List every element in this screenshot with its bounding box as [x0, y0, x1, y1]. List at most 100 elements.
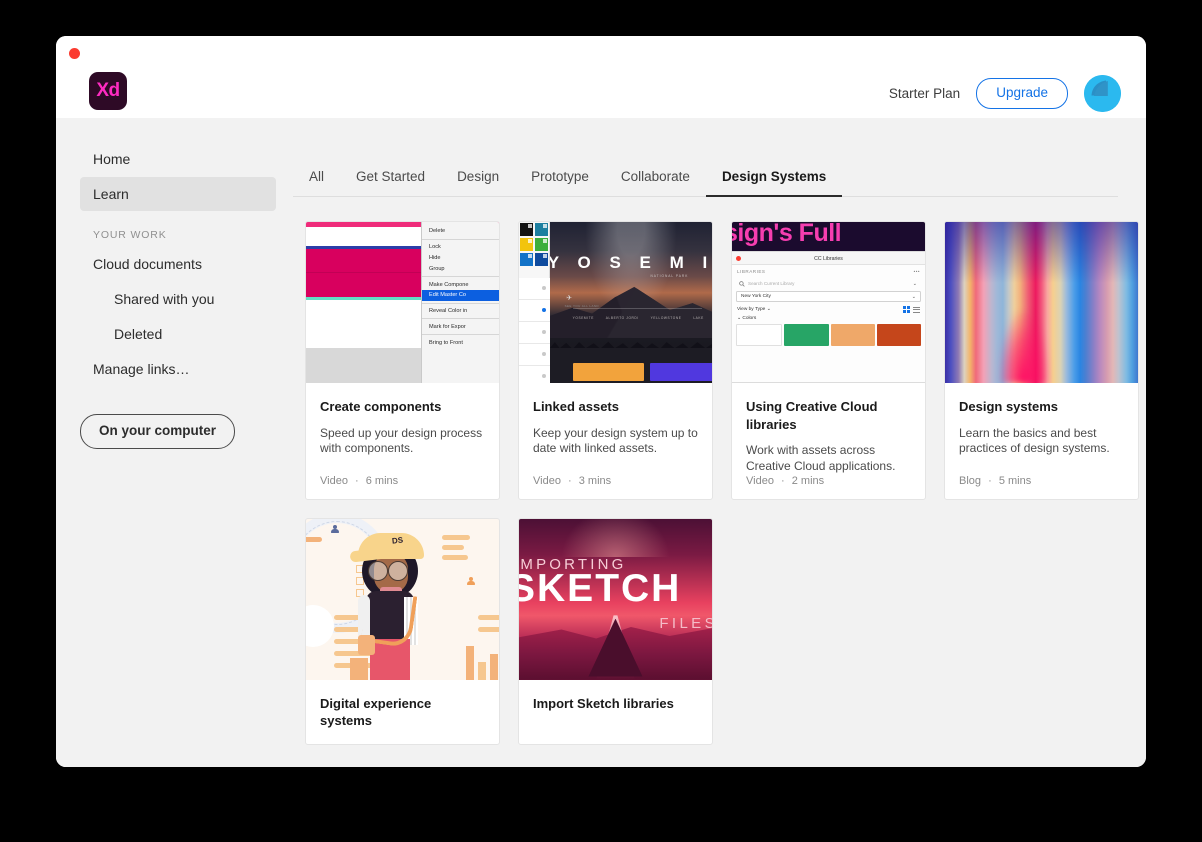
- card-duration: 2 mins: [791, 474, 825, 487]
- menu-item-reveal-color-in[interactable]: Reveal Color in: [422, 306, 499, 317]
- thumb-nav-item: ALBERTO JORDI: [605, 316, 639, 320]
- card-description: Speed up your design process with compon…: [320, 425, 483, 456]
- tab-design-systems[interactable]: Design Systems: [705, 169, 843, 197]
- thumb-nav: YOSEMITE ALBERTO JORDI YELLOWSTONE LAKE: [573, 316, 704, 320]
- tab-all[interactable]: All: [293, 169, 340, 197]
- thumb-headline: Y O S E M I: [550, 253, 712, 272]
- sidebar-item-deleted[interactable]: Deleted: [80, 317, 276, 351]
- menu-item-bring-to-front[interactable]: Bring to Front: [422, 337, 499, 348]
- card-meta: Video · 2 mins: [732, 475, 925, 499]
- card-linked-assets[interactable]: Y O S E M I NATIONAL PARK ✈ SEE YOU ALL …: [518, 221, 713, 500]
- card-import-sketch-libraries[interactable]: IMPORTING SKETCH FILES Import Sketch lib…: [518, 517, 713, 745]
- menu-item-group[interactable]: Group: [422, 263, 499, 274]
- card-kind: Blog: [959, 474, 982, 487]
- sidebar: Home Learn YOUR WORK Cloud documents Sha…: [56, 118, 288, 767]
- chevron-down-icon: ⌄: [911, 293, 916, 300]
- card-thumbnail: Y O S E M I NATIONAL PARK ✈ SEE YOU ALL …: [519, 222, 712, 383]
- main-content: All Get Started Design Prototype Collabo…: [288, 118, 1146, 767]
- menu-item-edit-master-color[interactable]: Edit Master Co: [422, 289, 499, 301]
- cards-grid: Delete Lock Hide Group Make Compone Edit…: [293, 221, 1146, 745]
- card-kind: Video: [320, 474, 348, 487]
- more-options-icon: •••: [913, 269, 920, 274]
- card-text: Using Creative Cloud libraries Work with…: [732, 383, 925, 475]
- card-duration: 3 mins: [578, 474, 612, 487]
- sidebar-item-learn[interactable]: Learn: [80, 177, 276, 211]
- tab-collaborate[interactable]: Collaborate: [605, 169, 706, 197]
- chevron-down-icon: ⌄: [912, 280, 917, 287]
- menu-item-make-component[interactable]: Make Compone: [422, 279, 499, 290]
- tab-bar: All Get Started Design Prototype Collabo…: [293, 145, 1118, 197]
- card-digital-experience-systems[interactable]: DS Digital experience systems: [305, 517, 500, 745]
- colors-group-label[interactable]: ⌄ Colors: [732, 315, 925, 322]
- sidebar-item-label: Cloud documents: [93, 256, 202, 272]
- library-select[interactable]: New York City ⌄: [736, 291, 921, 302]
- color-swatch-grid: [520, 223, 548, 266]
- sidebar-item-home[interactable]: Home: [80, 142, 276, 176]
- on-your-computer-button[interactable]: On your computer: [80, 414, 236, 449]
- upgrade-button[interactable]: Upgrade: [976, 78, 1068, 109]
- card-meta-separator: ·: [355, 474, 359, 487]
- thumb-nav-item: YOSEMITE: [572, 316, 594, 320]
- panel-title: CC Libraries: [814, 255, 843, 262]
- layer-list: [519, 278, 550, 383]
- search-placeholder: Search Current Library: [748, 281, 795, 286]
- sidebar-item-label: Deleted: [114, 326, 163, 342]
- card-using-creative-cloud-libraries[interactable]: sign's Full CC Libraries LIBRARIES ••• S…: [731, 221, 926, 500]
- close-window-button[interactable]: [69, 48, 80, 59]
- window-body: Home Learn YOUR WORK Cloud documents Sha…: [56, 118, 1146, 767]
- thumb-line-2: SKETCH: [519, 566, 682, 610]
- card-meta: Video · 6 mins: [306, 475, 499, 499]
- thumb-banner-text: sign's Full: [732, 222, 842, 247]
- sidebar-item-label: Home: [93, 151, 131, 167]
- card-thumbnail: sign's Full CC Libraries LIBRARIES ••• S…: [732, 222, 925, 383]
- card-create-components[interactable]: Delete Lock Hide Group Make Compone Edit…: [305, 221, 500, 500]
- card-design-systems[interactable]: Design systems Learn the basics and best…: [944, 221, 1139, 500]
- tab-prototype[interactable]: Prototype: [515, 169, 605, 197]
- thumb-nav-item: LAKE: [693, 316, 704, 320]
- menu-item-mark-for-export[interactable]: Mark for Expor: [422, 321, 499, 332]
- view-by-type-label[interactable]: View by Type ⌄: [737, 307, 771, 312]
- card-meta: Video · 3 mins: [519, 475, 712, 499]
- menu-item-lock[interactable]: Lock: [422, 242, 499, 253]
- cap-text: DS: [391, 535, 404, 546]
- card-thumbnail: [945, 222, 1138, 383]
- header-actions: Starter Plan Upgrade: [889, 75, 1121, 112]
- sidebar-item-cloud-documents[interactable]: Cloud documents: [80, 247, 276, 281]
- cards-scroll-area[interactable]: Delete Lock Hide Group Make Compone Edit…: [293, 197, 1146, 767]
- sidebar-item-label: Learn: [93, 186, 129, 202]
- tab-get-started[interactable]: Get Started: [340, 169, 441, 197]
- card-kind: Video: [746, 474, 774, 487]
- thumb-line-3: FILES: [659, 614, 712, 632]
- sidebar-item-label: Manage links…: [93, 361, 190, 377]
- card-kind: Video: [533, 474, 561, 487]
- card-title: Import Sketch libraries: [533, 695, 674, 711]
- tab-design[interactable]: Design: [441, 169, 515, 197]
- library-select-value: New York City: [741, 294, 771, 299]
- card-text: Linked assets Keep your design system up…: [519, 383, 712, 475]
- card-title: Digital experience systems: [320, 695, 432, 729]
- avatar[interactable]: [1084, 75, 1121, 112]
- sidebar-item-shared-with-you[interactable]: Shared with you: [80, 282, 276, 316]
- card-meta-separator: ·: [568, 474, 572, 487]
- card-meta-separator: ·: [988, 474, 992, 487]
- card-description: Learn the basics and best practices of d…: [959, 425, 1110, 456]
- menu-item-hide[interactable]: Hide: [422, 253, 499, 264]
- list-view-icon[interactable]: [913, 306, 920, 313]
- plane-icon: ✈: [566, 295, 573, 302]
- card-description: Keep your design system up to date with …: [533, 425, 698, 456]
- search-input[interactable]: Search Current Library ⌄: [736, 278, 921, 289]
- card-duration: 6 mins: [365, 474, 399, 487]
- context-menu: Delete Lock Hide Group Make Compone Edit…: [421, 222, 499, 383]
- libraries-label: LIBRARIES: [737, 269, 766, 274]
- menu-item-delete[interactable]: Delete: [422, 226, 499, 237]
- card-title: Using Creative Cloud libraries: [746, 399, 878, 432]
- sidebar-item-label: Shared with you: [114, 291, 215, 307]
- card-duration: 5 mins: [998, 474, 1032, 487]
- person-pin-icon: [330, 524, 340, 535]
- card-text: Create components Speed up your design p…: [306, 383, 499, 475]
- card-title: Design systems: [959, 399, 1058, 414]
- card-text: Digital experience systems: [306, 680, 499, 744]
- sidebar-item-manage-links[interactable]: Manage links…: [80, 352, 276, 386]
- grid-view-icon[interactable]: [903, 306, 910, 313]
- color-swatch-row: [732, 322, 925, 348]
